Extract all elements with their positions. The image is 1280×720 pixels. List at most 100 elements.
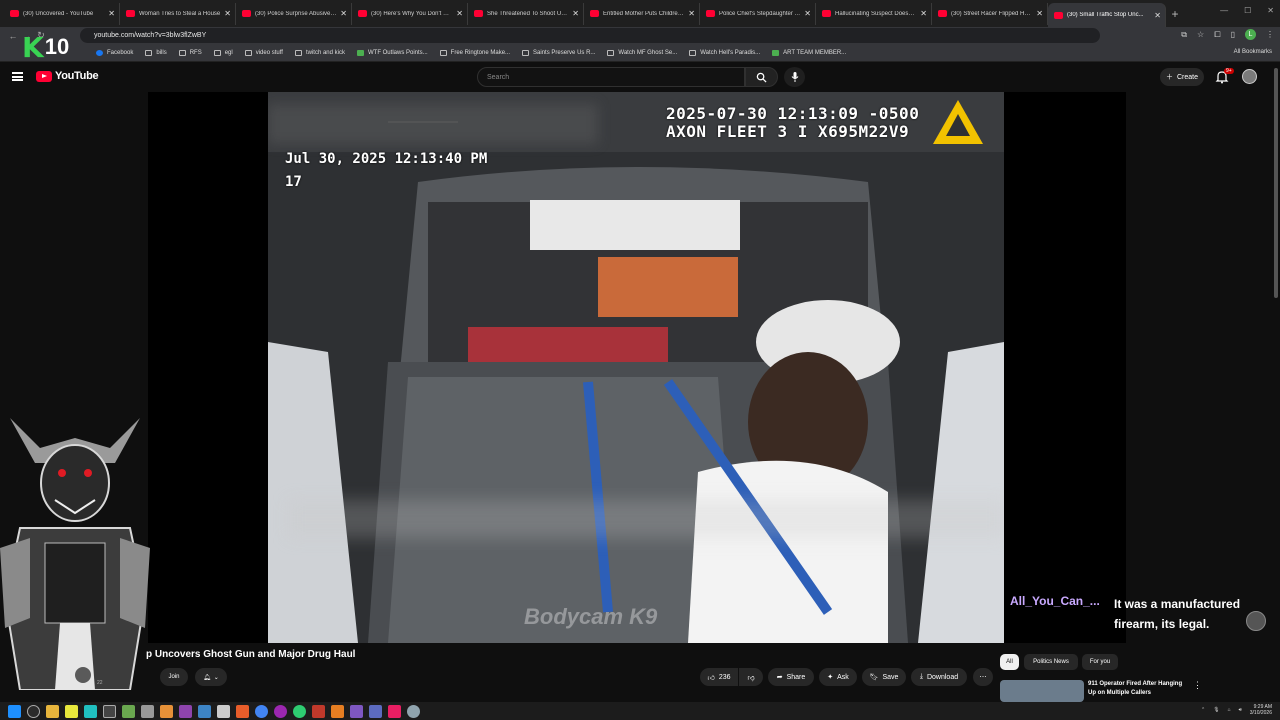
chrome-icon[interactable]: [255, 704, 268, 718]
close-tab-icon[interactable]: ✕: [340, 9, 347, 18]
chip-all[interactable]: All: [1000, 654, 1019, 670]
back-icon[interactable]: ←: [6, 31, 20, 41]
bookmark-folder[interactable]: egl: [213, 49, 233, 56]
app-icon[interactable]: [369, 704, 382, 718]
sidebar-icon[interactable]: ▯: [1231, 30, 1235, 39]
start-windows-icon[interactable]: [8, 704, 21, 718]
app-icon[interactable]: [331, 704, 344, 718]
close-tab-icon[interactable]: ✕: [688, 9, 695, 18]
browser-tab[interactable]: Police Chief's Stepdaughter A... ✕: [700, 2, 816, 25]
app-icon[interactable]: [160, 704, 173, 718]
browser-tab[interactable]: (30) Police Surprise Abusive G... ✕: [236, 2, 352, 25]
app-icon[interactable]: [103, 704, 116, 718]
bookmark-folder[interactable]: twitch and kick: [294, 49, 345, 56]
search-icon[interactable]: [27, 704, 40, 718]
close-tab-icon[interactable]: ✕: [1036, 9, 1043, 18]
site-icon: [356, 49, 364, 56]
browser-tab[interactable]: (30) Uncovered - YouTube ✕: [4, 2, 120, 25]
browser-tab[interactable]: She Threatened To Shoot Up S... ✕: [468, 2, 584, 25]
close-tab-icon[interactable]: ✕: [224, 9, 231, 18]
chip-politics-news[interactable]: Politics News: [1024, 654, 1078, 670]
subscribe-bell-button[interactable]: 🔔︎ ⌄: [195, 668, 227, 686]
chip-for-you[interactable]: For you: [1082, 654, 1118, 670]
download-button[interactable]: ⤓ Download: [911, 668, 967, 686]
system-clock[interactable]: 9:29 AM 3/10/2026: [1250, 704, 1272, 716]
app-icon[interactable]: [350, 704, 363, 718]
scrollbar-thumb[interactable]: [1274, 68, 1278, 298]
search-button[interactable]: [745, 67, 778, 87]
volume-icon[interactable]: 🔊︎: [1239, 707, 1242, 713]
app-icon[interactable]: [141, 704, 154, 718]
browser-tab[interactable]: (30) Street Racer Flipped Her C... ✕: [932, 2, 1048, 25]
more-actions-button[interactable]: ⋯: [973, 668, 993, 686]
app-icon[interactable]: [293, 704, 306, 718]
close-tab-icon[interactable]: ✕: [1154, 11, 1161, 20]
bookmark-folder[interactable]: video stuff: [244, 49, 283, 56]
share-button[interactable]: ➦ Share: [768, 668, 814, 686]
youtube-logo[interactable]: YouTube: [36, 70, 99, 82]
app-icon[interactable]: [84, 704, 97, 718]
related-more-icon[interactable]: ⋮: [1193, 680, 1202, 691]
minimize-icon[interactable]: —: [1220, 6, 1228, 15]
youtube-favicon-icon: [1054, 11, 1063, 19]
install-app-icon[interactable]: ⧉: [1181, 30, 1187, 40]
app-icon[interactable]: [65, 704, 78, 718]
file-explorer-icon[interactable]: [46, 704, 59, 718]
bookmark-item[interactable]: ART TEAM MEMBER...: [772, 49, 846, 56]
all-bookmarks[interactable]: All Bookmarks: [1234, 49, 1272, 55]
bookmark-star-icon[interactable]: ☆: [1197, 30, 1204, 39]
new-tab-button[interactable]: +: [1166, 7, 1184, 21]
app-icon[interactable]: [274, 704, 287, 718]
ask-button[interactable]: ✦ Ask: [819, 668, 857, 686]
app-icon[interactable]: [122, 704, 135, 718]
search-input[interactable]: Search: [477, 67, 745, 87]
browser-tab[interactable]: Woman Tries to Steal a House ✕: [120, 2, 236, 25]
app-icon[interactable]: [217, 704, 230, 718]
app-icon[interactable]: [198, 704, 211, 718]
close-tab-icon[interactable]: ✕: [108, 9, 115, 18]
settings-gear-icon[interactable]: [407, 704, 420, 718]
bookmark-item[interactable]: Watch Hell's Paradis...: [689, 49, 760, 56]
related-video-thumbnail[interactable]: [1000, 680, 1084, 702]
browser-tab-active[interactable]: (30) Small Traffic Stop Unc... ✕: [1048, 3, 1166, 27]
bookmark-item[interactable]: Facebook: [96, 49, 133, 56]
app-icon[interactable]: [388, 704, 401, 718]
close-window-icon[interactable]: ✕: [1267, 6, 1274, 15]
network-icon[interactable]: ⌂: [1228, 707, 1231, 713]
browser-tab[interactable]: (30) Here's Why You Don't He... ✕: [352, 2, 468, 25]
page-scrollbar[interactable]: [1272, 62, 1280, 702]
save-button[interactable]: 🔖︎ Save: [862, 668, 906, 686]
bookmark-folder[interactable]: RFS: [178, 49, 202, 56]
app-icon[interactable]: [312, 704, 325, 718]
dislike-button[interactable]: 👎︎: [739, 668, 763, 686]
profile-avatar[interactable]: L: [1245, 29, 1256, 40]
join-button[interactable]: Join: [160, 668, 188, 686]
chevron-up-icon[interactable]: ⌃: [1201, 707, 1205, 713]
bookmark-item[interactable]: Saints Preserve Us R...: [522, 49, 595, 56]
extensions-icon[interactable]: ⧠: [1214, 30, 1220, 40]
create-button[interactable]: ＋ Create: [1160, 68, 1204, 86]
menu-kebab-icon[interactable]: ⋮: [1266, 30, 1274, 39]
close-tab-icon[interactable]: ✕: [920, 9, 927, 18]
account-avatar[interactable]: [1242, 69, 1257, 84]
close-tab-icon[interactable]: ✕: [804, 9, 811, 18]
bookmark-item[interactable]: Watch MF Ghost Se...: [607, 49, 677, 56]
related-video-title[interactable]: 911 Operator Fired After Hanging Up on M…: [1088, 680, 1188, 698]
like-button[interactable]: 👍︎ 236: [700, 668, 738, 686]
maximize-icon[interactable]: ☐: [1244, 6, 1251, 15]
channel-avatar[interactable]: [75, 667, 91, 683]
bookmark-item[interactable]: WTF Outlaws Points...: [356, 49, 428, 56]
video-player[interactable]: 2025-07-30 12:13:09 -0500 AXON FLEET 3 I…: [268, 92, 1004, 643]
browser-tab[interactable]: Hallucinating Suspect Doesn't... ✕: [816, 2, 932, 25]
address-bar[interactable]: youtube.com/watch?v=3blw3flZwBY: [80, 28, 1100, 43]
bookmark-folder[interactable]: bills: [145, 49, 167, 56]
firefox-icon[interactable]: [236, 704, 249, 718]
app-icon[interactable]: [179, 704, 192, 718]
close-tab-icon[interactable]: ✕: [572, 9, 579, 18]
menu-icon[interactable]: [12, 72, 23, 81]
browser-tab[interactable]: Entitled Mother Puts Children... ✕: [584, 2, 700, 25]
microphone-icon[interactable]: 🎙︎: [1213, 707, 1219, 713]
bookmark-item[interactable]: Free Ringtone Make...: [439, 49, 510, 56]
close-tab-icon[interactable]: ✕: [456, 9, 463, 18]
voice-search-button[interactable]: [784, 67, 805, 87]
